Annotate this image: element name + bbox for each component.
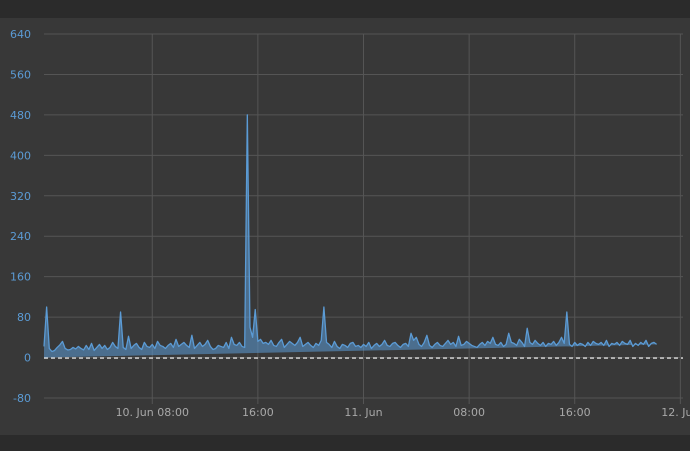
x-axis-ticks: 10. Jun 08:00 16:00 11. Jun 08:00 16:00 12. J… (116, 406, 690, 419)
x-tick-label: 16:00 (559, 406, 591, 419)
x-tick-label: 08:00 (453, 406, 485, 419)
x-tick-label: 16:00 (242, 406, 274, 419)
x-tick-label: 12. Jun (661, 406, 690, 419)
y-axis-ticks: -80 0 80 160 240 320 400 480 560 640 (10, 28, 31, 405)
y-tick-label: -80 (13, 392, 31, 405)
series-line (43, 114, 657, 353)
y-tick-label: 80 (17, 311, 31, 324)
time-series-chart: -80 0 80 160 240 320 400 480 560 640 10. Jun 08:0… (10, 28, 690, 419)
x-tick-label: 10. Jun 08:00 (116, 406, 189, 419)
y-tick-label: 400 (10, 149, 31, 162)
y-tick-label: 560 (10, 68, 31, 81)
y-tick-label: 0 (24, 352, 31, 365)
y-tick-label: 160 (10, 271, 31, 284)
x-tick-label: 11. Jun (344, 406, 382, 419)
y-tick-label: 240 (10, 230, 31, 243)
y-tick-label: 480 (10, 109, 31, 122)
y-tick-label: 320 (10, 190, 31, 203)
y-tick-label: 640 (10, 28, 31, 41)
